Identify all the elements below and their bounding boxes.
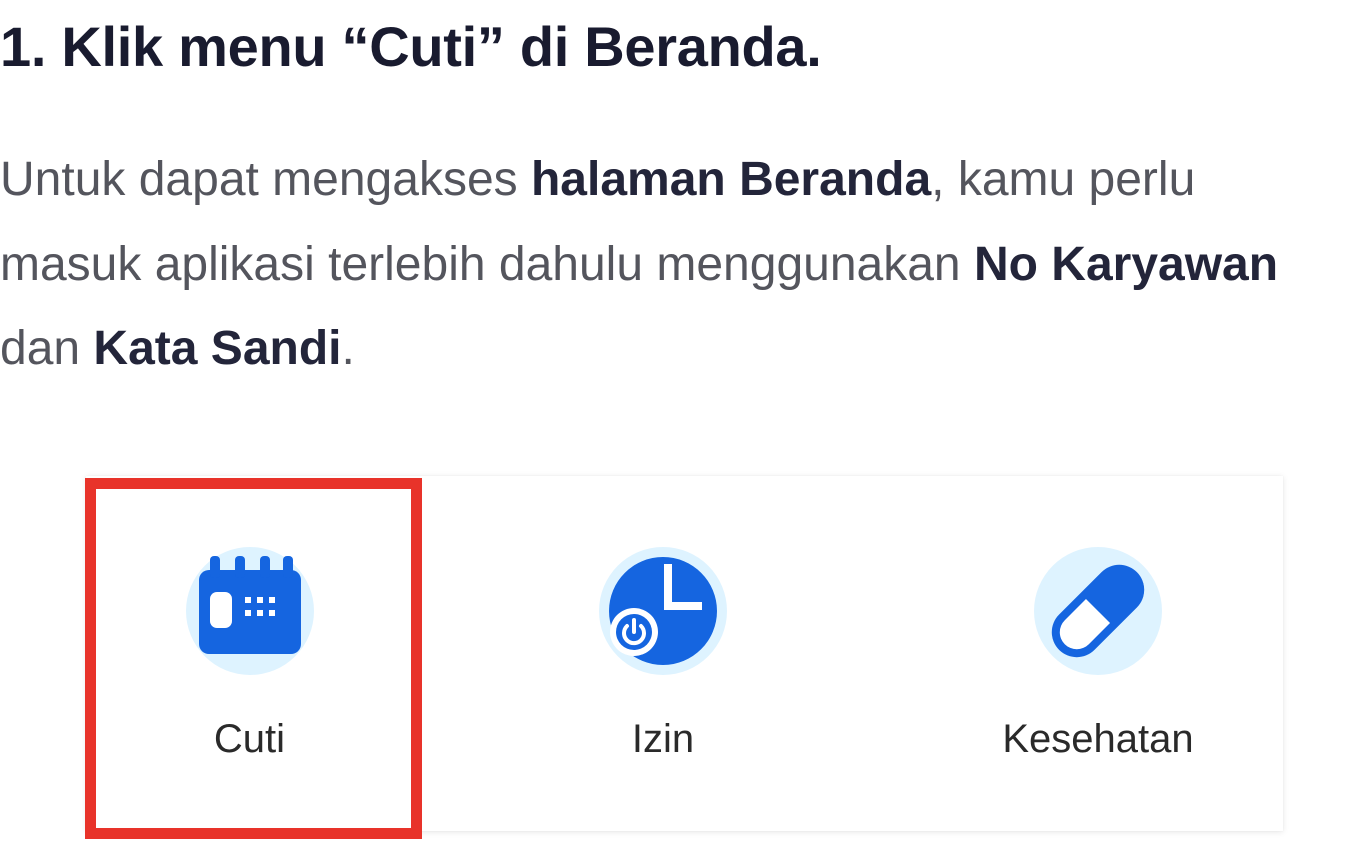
description-text-1: Untuk dapat mengakses <box>0 153 531 206</box>
menu-item-label: Kesehatan <box>1002 717 1194 761</box>
menu-item-cuti[interactable]: Cuti <box>86 476 413 831</box>
description-text-4: . <box>341 322 355 375</box>
pill-capsule-icon <box>1033 546 1163 676</box>
description-text-3: dan <box>0 322 94 375</box>
menu-item-label: Izin <box>631 717 695 761</box>
step-heading: 1. Klik menu “Cuti” di Beranda. <box>0 15 822 78</box>
description-bold-no-karyawan: No Karyawan <box>973 237 1279 291</box>
menu-item-label: Cuti <box>213 717 286 761</box>
menu-card: Cuti Izin Kesehatan <box>86 476 1283 831</box>
menu-item-izin[interactable]: Izin <box>413 476 913 831</box>
clock-power-icon <box>598 546 728 676</box>
description-bold-beranda: halaman Beranda <box>530 153 932 206</box>
menu-item-kesehatan[interactable]: Kesehatan <box>913 476 1283 831</box>
step-description: Untuk dapat mengakses halaman Beranda, k… <box>0 138 1340 392</box>
description-bold-kata-sandi: Kata Sandi <box>93 322 342 375</box>
calendar-icon <box>185 546 315 676</box>
